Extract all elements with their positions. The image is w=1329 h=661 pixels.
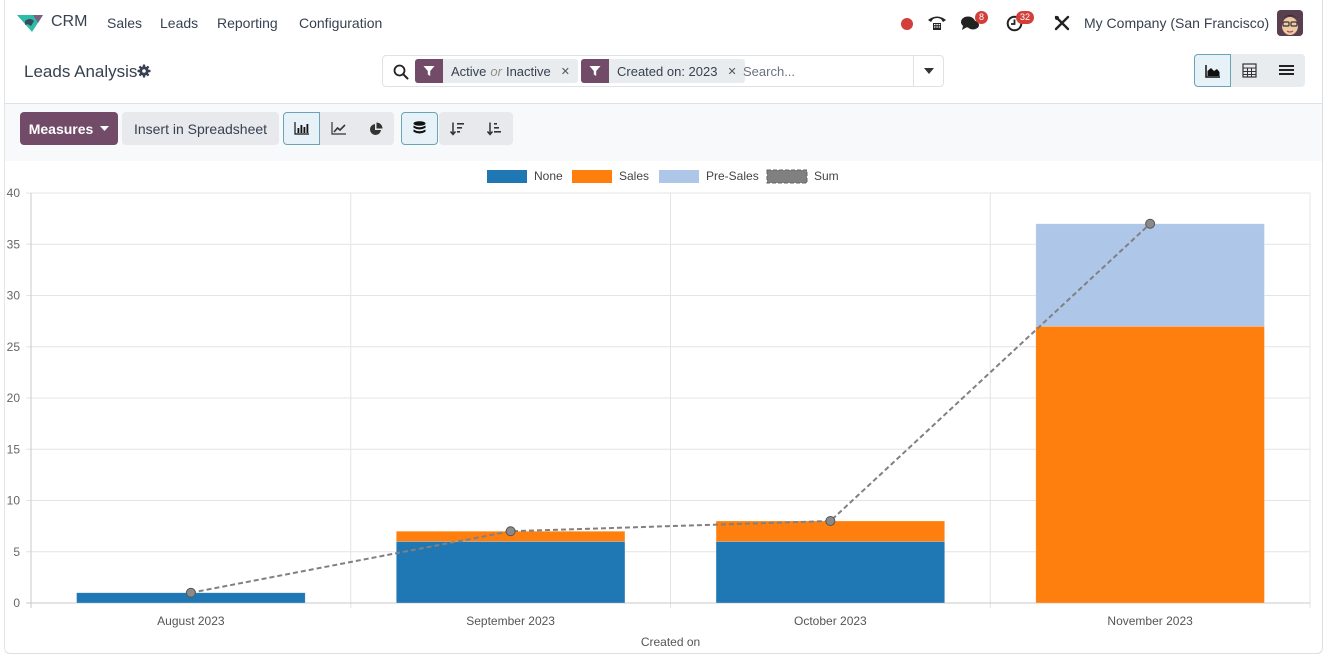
x-tick-label: October 2023	[794, 614, 867, 628]
bar-segment-none	[715, 541, 945, 604]
pie-chart-icon	[369, 122, 382, 135]
remove-facet-button[interactable]: ✕	[725, 59, 744, 83]
list-icon	[1279, 65, 1294, 75]
filter-facet-active: Active or Inactive ✕	[415, 59, 578, 83]
pie-chart-button[interactable]	[357, 112, 394, 145]
y-tick-label: 30	[7, 289, 21, 303]
x-tick-label: August 2023	[157, 614, 225, 628]
sum-point	[185, 587, 196, 598]
measures-label: Measures	[28, 120, 94, 137]
search-input[interactable]	[743, 61, 913, 81]
y-tick-label: 10	[7, 494, 21, 508]
menu-leads[interactable]: Leads	[160, 15, 198, 31]
facet-separator: or	[490, 63, 502, 79]
search-options-toggle[interactable]	[913, 56, 943, 86]
legend-swatch-sum	[766, 169, 808, 184]
bar-segment-pre-sales	[1035, 223, 1265, 327]
sort-descending-icon	[450, 122, 464, 136]
user-avatar[interactable]	[1277, 10, 1303, 36]
x-axis-label: Created on	[641, 635, 700, 649]
legend-swatch-none	[487, 170, 527, 183]
y-tick-label: 15	[7, 442, 21, 456]
sort-ascending-button[interactable]	[476, 112, 513, 145]
avatar-face-icon	[1277, 10, 1303, 36]
legend-label: Pre-Sales	[706, 169, 759, 183]
menu-reporting[interactable]: Reporting	[217, 15, 278, 31]
bar-chart-button[interactable]	[283, 112, 320, 145]
x-tick-label: November 2023	[1107, 614, 1193, 628]
caret-down-icon	[100, 126, 110, 131]
chart-type-group	[283, 112, 394, 145]
legend-swatch-sales	[572, 170, 612, 183]
legend-label: None	[534, 169, 563, 183]
search-bar: Active or Inactive ✕ Created on: 2023 ✕	[382, 55, 944, 87]
search-icon[interactable]	[393, 64, 409, 80]
view-switcher	[1194, 54, 1305, 87]
bar-chart-icon	[293, 122, 309, 135]
menu-sales[interactable]: Sales	[107, 15, 142, 31]
sort-ascending-icon	[487, 122, 501, 136]
y-tick-label: 40	[7, 186, 21, 200]
sort-group	[439, 112, 513, 145]
status-dot-icon[interactable]	[900, 17, 914, 31]
line-chart-icon	[330, 122, 346, 135]
gear-icon[interactable]	[137, 64, 151, 78]
view-pivot-button[interactable]	[1231, 54, 1268, 87]
remove-facet-button[interactable]: ✕	[559, 59, 578, 83]
app-name[interactable]: CRM	[51, 13, 87, 31]
y-tick-label: 5	[13, 545, 20, 559]
sum-point	[825, 516, 836, 526]
sum-point	[1145, 218, 1156, 229]
filter-icon	[581, 59, 609, 83]
table-icon	[1242, 63, 1257, 78]
facet-value-active: Active	[451, 63, 487, 79]
crm-logo-icon[interactable]	[16, 12, 44, 34]
y-tick-label: 20	[7, 391, 21, 405]
company-switcher[interactable]: My Company (San Francisco)	[1084, 15, 1269, 31]
line-chart-button[interactable]	[320, 112, 357, 145]
page-title: Leads Analysis	[24, 62, 138, 81]
activities-badge: 32	[1016, 11, 1035, 24]
x-tick-label: September 2023	[466, 614, 555, 628]
y-tick-label: 35	[7, 237, 21, 251]
y-tick-label: 0	[13, 596, 20, 610]
legend-label: Sales	[619, 169, 649, 183]
area-chart-icon	[1204, 64, 1220, 78]
filter-facet-created: Created on: 2023 ✕	[581, 59, 745, 83]
stacked-toggle-group	[401, 112, 438, 145]
sort-descending-button[interactable]	[439, 112, 476, 145]
caret-down-icon	[923, 68, 934, 74]
facet-value: Created on: 2023	[617, 63, 718, 79]
facet-value: Active or Inactive	[443, 59, 559, 83]
bar-segment-sales	[1035, 325, 1265, 604]
chart-legend: None Sales Pre-Sales Sum	[487, 169, 839, 184]
y-tick-label: 25	[7, 340, 21, 354]
menu-configuration[interactable]: Configuration	[299, 15, 382, 31]
top-navbar: CRM Sales Leads Reporting Configuration …	[0, 0, 1329, 46]
leads-chart: None Sales Pre-Sales Sum 0 5 10 15 20 25 30 35 40 Au…	[0, 161, 1329, 656]
tools-icon[interactable]	[1054, 15, 1070, 31]
measures-dropdown-button[interactable]: Measures	[20, 112, 118, 145]
stacked-toggle-button[interactable]	[401, 112, 438, 145]
filter-icon	[415, 59, 443, 83]
view-graph-button[interactable]	[1194, 54, 1231, 87]
graph-toolbar: Measures Insert in Spreadsheet	[5, 104, 1322, 161]
sum-point	[505, 526, 516, 537]
phone-icon[interactable]	[927, 14, 947, 32]
bar-segment-none	[396, 541, 626, 604]
legend-swatch-pre-sales	[659, 170, 699, 183]
chart-canvas: None Sales Pre-Sales Sum 0 5 10 15 20 25 30 35 40 Au…	[7, 169, 1311, 649]
view-list-button[interactable]	[1268, 54, 1305, 87]
legend-label: Sum	[814, 169, 839, 183]
facet-value-inactive: Inactive	[505, 63, 551, 79]
database-icon	[413, 121, 426, 134]
insert-in-spreadsheet-button[interactable]: Insert in Spreadsheet	[122, 112, 279, 145]
messages-badge: 8	[975, 11, 989, 24]
